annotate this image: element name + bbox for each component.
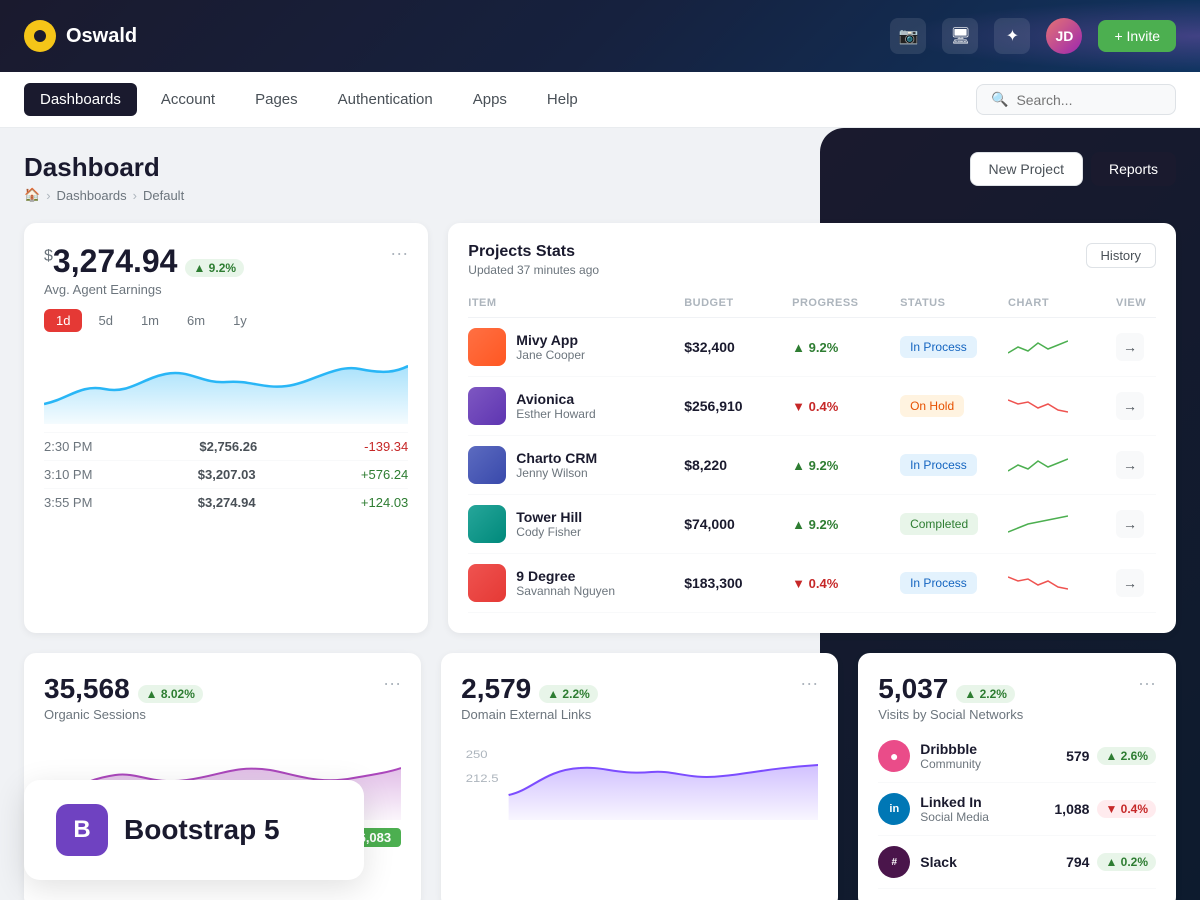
topbar-actions: 📷 🖥 ✦ JD + Invite bbox=[890, 18, 1176, 54]
organic-label: Organic Sessions bbox=[44, 707, 203, 722]
navbar: Dashboards Account Pages Authentication … bbox=[0, 72, 1200, 128]
dribbble-icon: ● bbox=[878, 740, 910, 772]
social-label: Visits by Social Networks bbox=[878, 707, 1023, 722]
domain-label: Domain External Links bbox=[461, 707, 598, 722]
projects-subtitle: Updated 37 minutes ago bbox=[468, 263, 599, 277]
row-arrow-charto[interactable]: → bbox=[1116, 451, 1144, 479]
status-badge: In Process bbox=[900, 336, 977, 358]
nav-item-pages[interactable]: Pages bbox=[239, 83, 314, 116]
project-row-mivy: Mivy App Jane Cooper $32,400 ▲ 9.2% In P… bbox=[468, 318, 1156, 377]
topbar: Oswald 📷 🖥 ✦ JD + Invite bbox=[0, 0, 1200, 72]
page-header-left: Dashboard 🏠 › Dashboards › Default bbox=[24, 152, 184, 203]
organic-value: 35,568 bbox=[44, 673, 130, 705]
page-content: Dashboard 🏠 › Dashboards › Default New P… bbox=[0, 128, 1200, 900]
domain-card: 2,579 ▲ 2.2% Domain External Links ··· bbox=[441, 653, 838, 900]
time-filters: 1d 5d 1m 6m 1y bbox=[44, 309, 408, 332]
row-arrow-mivy[interactable]: → bbox=[1116, 333, 1144, 361]
logo-text: Oswald bbox=[66, 25, 137, 48]
domain-badge: ▲ 2.2% bbox=[539, 685, 598, 703]
nav-item-account[interactable]: Account bbox=[145, 83, 231, 116]
filter-1d[interactable]: 1d bbox=[44, 309, 82, 332]
earnings-badge: ▲ 9.2% bbox=[185, 259, 244, 277]
bootstrap-overlay-card: B Bootstrap 5 bbox=[24, 780, 364, 880]
projects-table-header: ITEM BUDGET PROGRESS STATUS CHART VIEW bbox=[468, 293, 1156, 318]
organic-badge: ▲ 8.02% bbox=[138, 685, 203, 703]
filter-5d[interactable]: 5d bbox=[86, 309, 124, 332]
social-value: 5,037 bbox=[878, 673, 948, 705]
share-icon[interactable]: ✦ bbox=[994, 18, 1030, 54]
svg-text:212.5: 212.5 bbox=[466, 772, 499, 785]
project-row-tower: Tower Hill Cody Fisher $74,000 ▲ 9.2% Co… bbox=[468, 495, 1156, 554]
projects-card-header: Projects Stats Updated 37 minutes ago Hi… bbox=[468, 243, 1156, 277]
social-badge: ▲ 2.2% bbox=[956, 685, 1015, 703]
timeline-row: 3:55 PM $3,274.94 +124.03 bbox=[44, 488, 408, 516]
logo-area: Oswald bbox=[24, 20, 137, 52]
timeline-row: 3:10 PM $3,207.03 +576.24 bbox=[44, 460, 408, 488]
bootstrap-text: Bootstrap 5 bbox=[124, 814, 280, 846]
projects-card: Projects Stats Updated 37 minutes ago Hi… bbox=[448, 223, 1176, 633]
search-bar[interactable]: 🔍 bbox=[976, 84, 1176, 115]
nav-item-help[interactable]: Help bbox=[531, 83, 594, 116]
earnings-chart bbox=[44, 344, 408, 424]
filter-6m[interactable]: 6m bbox=[175, 309, 217, 332]
organic-more-button[interactable]: ··· bbox=[383, 673, 401, 694]
status-badge: In Process bbox=[900, 572, 977, 594]
breadcrumb-home: 🏠 bbox=[24, 187, 40, 203]
svg-text:250: 250 bbox=[466, 748, 488, 761]
search-icon: 🔍 bbox=[991, 91, 1008, 108]
filter-1m[interactable]: 1m bbox=[129, 309, 171, 332]
new-project-button[interactable]: New Project bbox=[970, 152, 1083, 186]
project-row-charto: Charto CRM Jenny Wilson $8,220 ▲ 9.2% In… bbox=[468, 436, 1156, 495]
timeline-rows: 2:30 PM $2,756.26 -139.34 3:10 PM $3,207… bbox=[44, 432, 408, 516]
row-arrow-avionica[interactable]: → bbox=[1116, 392, 1144, 420]
domain-chart: 250 212.5 bbox=[461, 730, 818, 820]
earnings-label: Avg. Agent Earnings bbox=[44, 282, 244, 297]
earnings-card: $3,274.94 ▲ 9.2% Avg. Agent Earnings ···… bbox=[24, 223, 428, 633]
timeline-row: 2:30 PM $2,756.26 -139.34 bbox=[44, 432, 408, 460]
history-button[interactable]: History bbox=[1086, 243, 1156, 268]
nav-item-dashboards[interactable]: Dashboards bbox=[24, 83, 137, 116]
status-badge: In Process bbox=[900, 454, 977, 476]
avatar[interactable]: JD bbox=[1046, 18, 1082, 54]
project-row-avionica: Avionica Esther Howard $256,910 ▼ 0.4% O… bbox=[468, 377, 1156, 436]
domain-value: 2,579 bbox=[461, 673, 531, 705]
earnings-value: $3,274.94 bbox=[44, 243, 177, 280]
social-more-button[interactable]: ··· bbox=[1138, 673, 1156, 694]
social-row-dribbble: ● Dribbble Community 579 ▲ 2.6% bbox=[878, 730, 1156, 783]
social-row-linkedin: in Linked In Social Media 1,088 ▼ 0.4% bbox=[878, 783, 1156, 836]
project-row-9degree: 9 Degree Savannah Nguyen $183,300 ▼ 0.4%… bbox=[468, 554, 1156, 613]
desktop-icon[interactable]: 🖥 bbox=[942, 18, 978, 54]
page-header: Dashboard 🏠 › Dashboards › Default New P… bbox=[24, 152, 1176, 203]
nav-item-authentication[interactable]: Authentication bbox=[322, 83, 449, 116]
page-header-buttons: New Project Reports bbox=[970, 152, 1177, 186]
logo-icon bbox=[24, 20, 56, 52]
social-row-slack: # Slack 794 ▲ 0.2% bbox=[878, 836, 1156, 889]
invite-button[interactable]: + Invite bbox=[1098, 20, 1176, 52]
page-title: Dashboard bbox=[24, 152, 184, 183]
projects-title: Projects Stats bbox=[468, 243, 599, 261]
social-networks-card: 5,037 ▲ 2.2% Visits by Social Networks ·… bbox=[858, 653, 1176, 900]
domain-more-button[interactable]: ··· bbox=[800, 673, 818, 694]
row-arrow-9degree[interactable]: → bbox=[1116, 569, 1144, 597]
breadcrumb-dashboards: Dashboards bbox=[57, 188, 127, 203]
filter-1y[interactable]: 1y bbox=[221, 309, 259, 332]
earnings-more-button[interactable]: ··· bbox=[390, 243, 408, 264]
nav-item-apps[interactable]: Apps bbox=[457, 83, 523, 116]
bootstrap-icon: B bbox=[56, 804, 108, 856]
breadcrumb: 🏠 › Dashboards › Default bbox=[24, 187, 184, 203]
linkedin-icon: in bbox=[878, 793, 910, 825]
search-input[interactable] bbox=[1016, 92, 1161, 108]
breadcrumb-default: Default bbox=[143, 188, 184, 203]
status-badge: Completed bbox=[900, 513, 978, 535]
camera-icon[interactable]: 📷 bbox=[890, 18, 926, 54]
reports-button[interactable]: Reports bbox=[1091, 152, 1176, 186]
row-arrow-tower[interactable]: → bbox=[1116, 510, 1144, 538]
status-badge: On Hold bbox=[900, 395, 964, 417]
slack-icon: # bbox=[878, 846, 910, 878]
top-grid: $3,274.94 ▲ 9.2% Avg. Agent Earnings ···… bbox=[24, 223, 1176, 633]
